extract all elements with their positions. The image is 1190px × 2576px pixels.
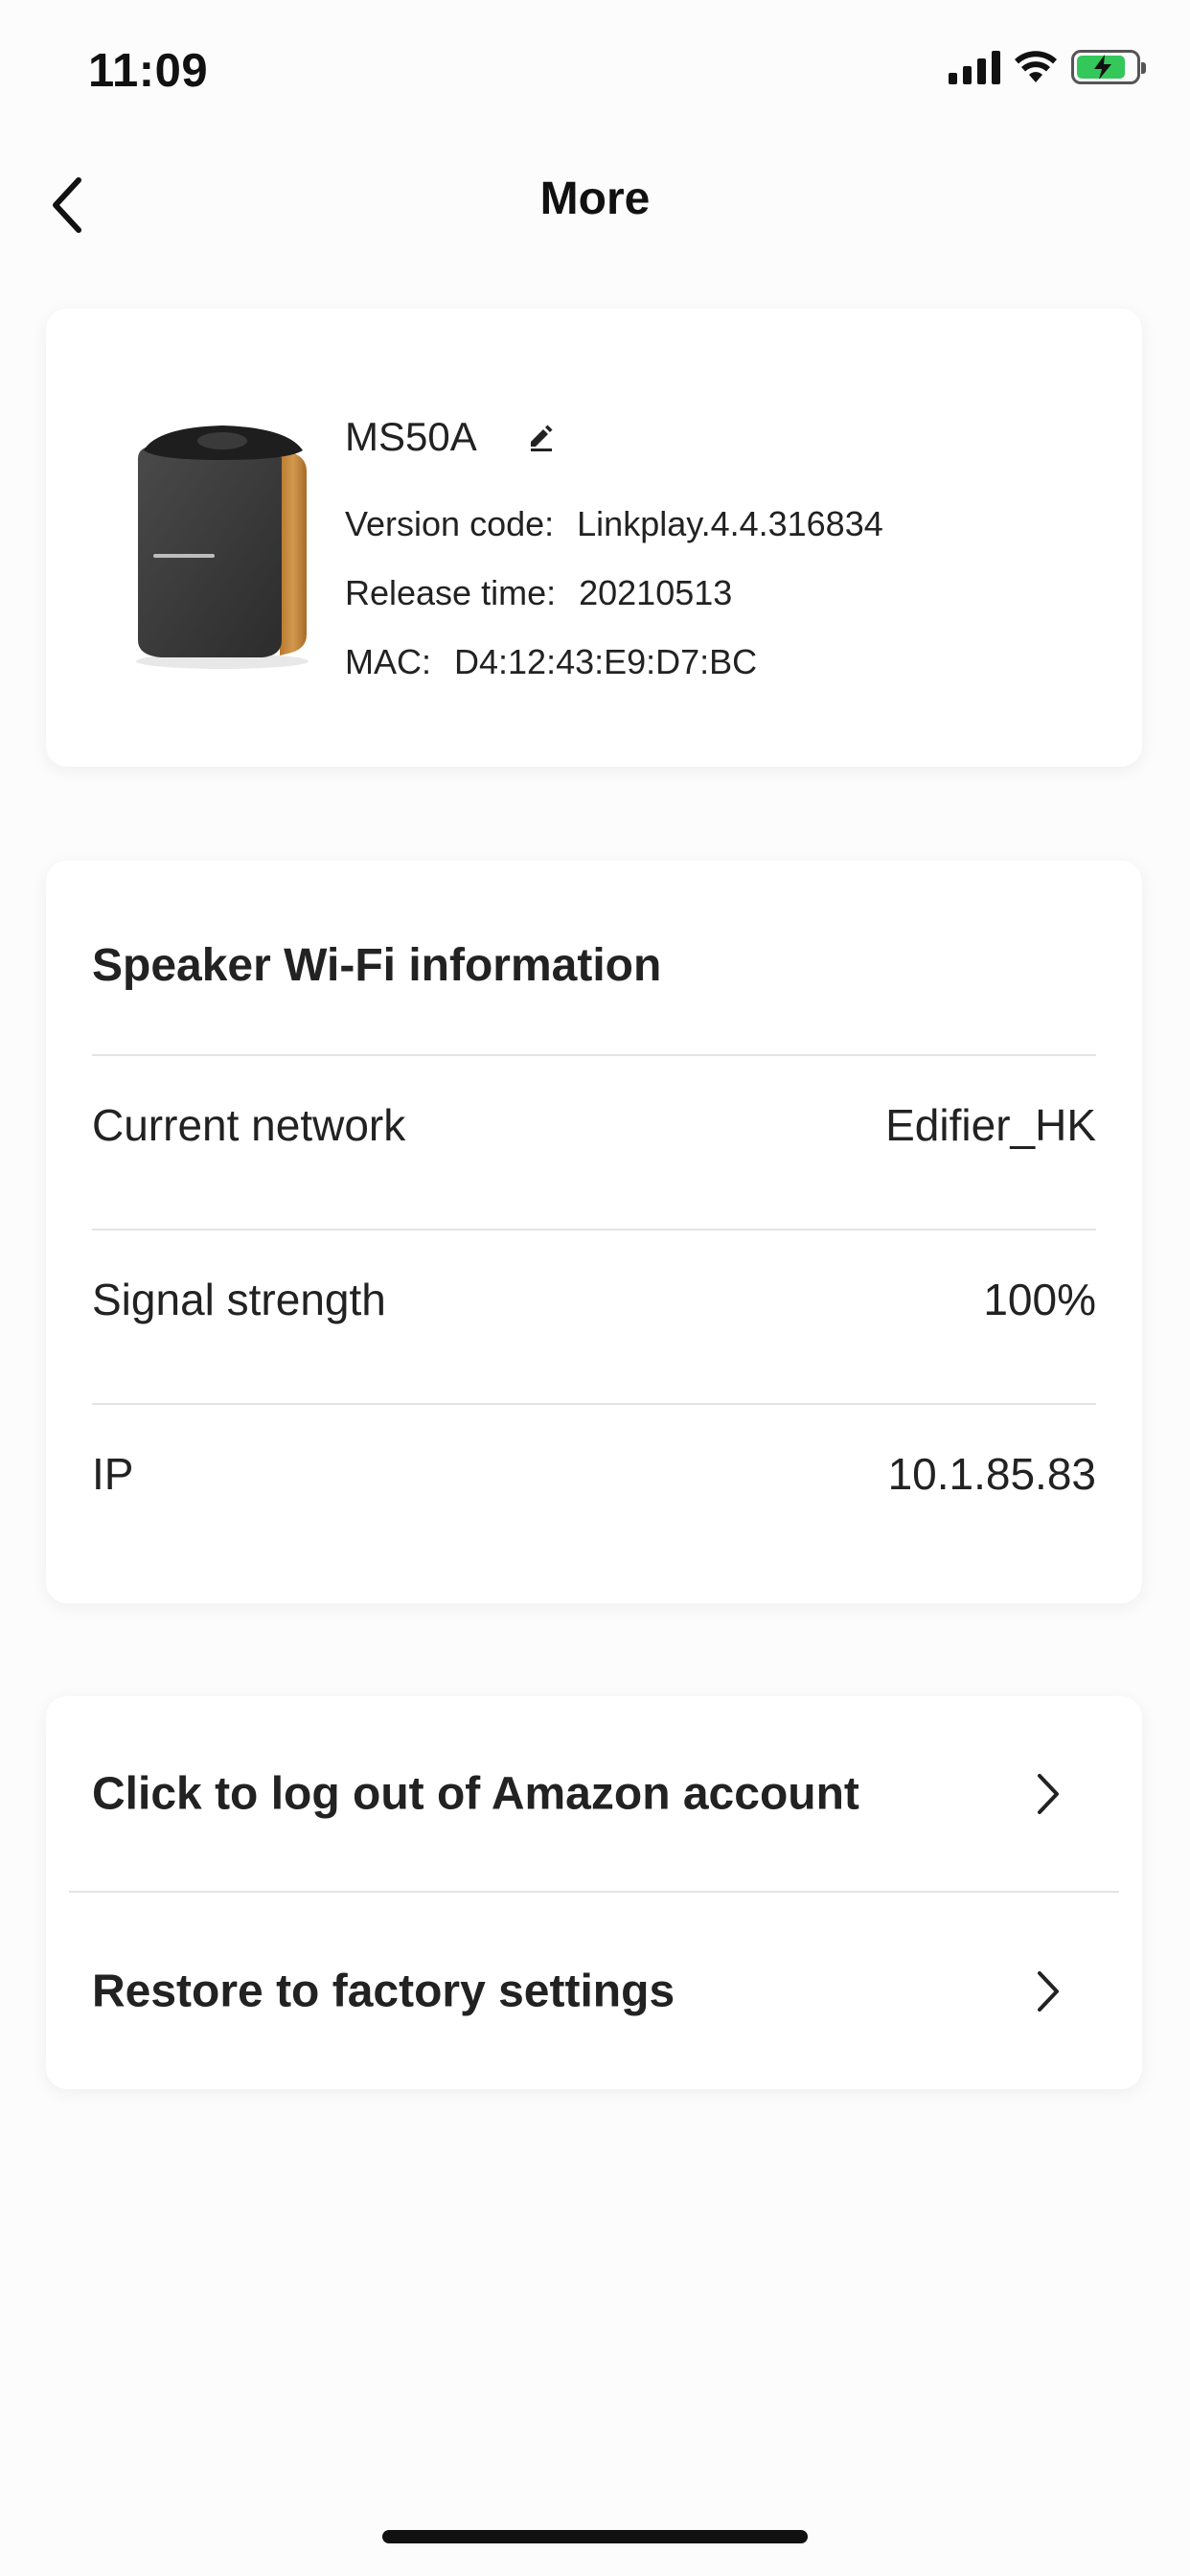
- mac-address: MAC: D4:12:43:E9:D7:BC: [345, 642, 757, 682]
- battery-charging-icon: [1071, 50, 1146, 84]
- device-info-card: MS50A Version code: Linkplay.4.4.316834 R…: [46, 309, 1142, 767]
- home-indicator[interactable]: [382, 2530, 808, 2543]
- divider: [92, 1229, 1096, 1230]
- signal-strength-value: 100%: [983, 1275, 1096, 1324]
- logout-amazon-button[interactable]: Click to log out of Amazon account: [46, 1696, 1142, 1891]
- release-time-label: Release time:: [345, 573, 557, 612]
- current-network-row: Current network Edifier_HK: [92, 1096, 1096, 1154]
- version-code-label: Version code:: [345, 504, 555, 543]
- device-name: MS50A: [345, 414, 477, 459]
- restore-factory-settings-button[interactable]: Restore to factory settings: [46, 1893, 1142, 2089]
- current-network-label: Current network: [92, 1100, 406, 1150]
- status-icons: [949, 50, 1146, 84]
- ip-row: IP 10.1.85.83: [92, 1445, 1096, 1503]
- divider: [92, 1054, 1096, 1056]
- page-title: More: [539, 173, 651, 224]
- chevron-right-icon: [1031, 1967, 1065, 2015]
- restore-factory-settings-label: Restore to factory settings: [92, 1966, 675, 2016]
- speaker-image: [136, 426, 309, 669]
- current-network-value: Edifier_HK: [885, 1100, 1096, 1150]
- ip-value: 10.1.85.83: [887, 1449, 1096, 1499]
- status-time: 11:09: [88, 45, 209, 97]
- logout-amazon-label: Click to log out of Amazon account: [92, 1768, 859, 1819]
- signal-strength-row: Signal strength 100%: [92, 1271, 1096, 1328]
- status-bar: 11:09: [0, 0, 1190, 144]
- nav-bar: More: [0, 153, 1190, 249]
- ip-label: IP: [92, 1449, 134, 1499]
- release-time-value: 20210513: [579, 573, 733, 612]
- chevron-right-icon: [1031, 1770, 1065, 1818]
- version-code-value: Linkplay.4.4.316834: [577, 504, 883, 543]
- wifi-icon: [1015, 51, 1057, 82]
- version-code: Version code: Linkplay.4.4.316834: [345, 504, 883, 544]
- wifi-section-title: Speaker Wi-Fi information: [92, 940, 662, 991]
- device-name-row: MS50A: [345, 414, 558, 460]
- mac-label: MAC:: [345, 642, 431, 681]
- wifi-info-card: Speaker Wi-Fi information Current networ…: [46, 861, 1142, 1603]
- release-time: Release time: 20210513: [345, 573, 732, 613]
- divider: [92, 1403, 1096, 1405]
- mac-value: D4:12:43:E9:D7:BC: [454, 642, 758, 681]
- pencil-icon[interactable]: [525, 421, 558, 453]
- signal-strength-label: Signal strength: [92, 1275, 386, 1324]
- actions-card: Click to log out of Amazon account Resto…: [46, 1696, 1142, 2089]
- cellular-signal-icon: [949, 50, 1000, 84]
